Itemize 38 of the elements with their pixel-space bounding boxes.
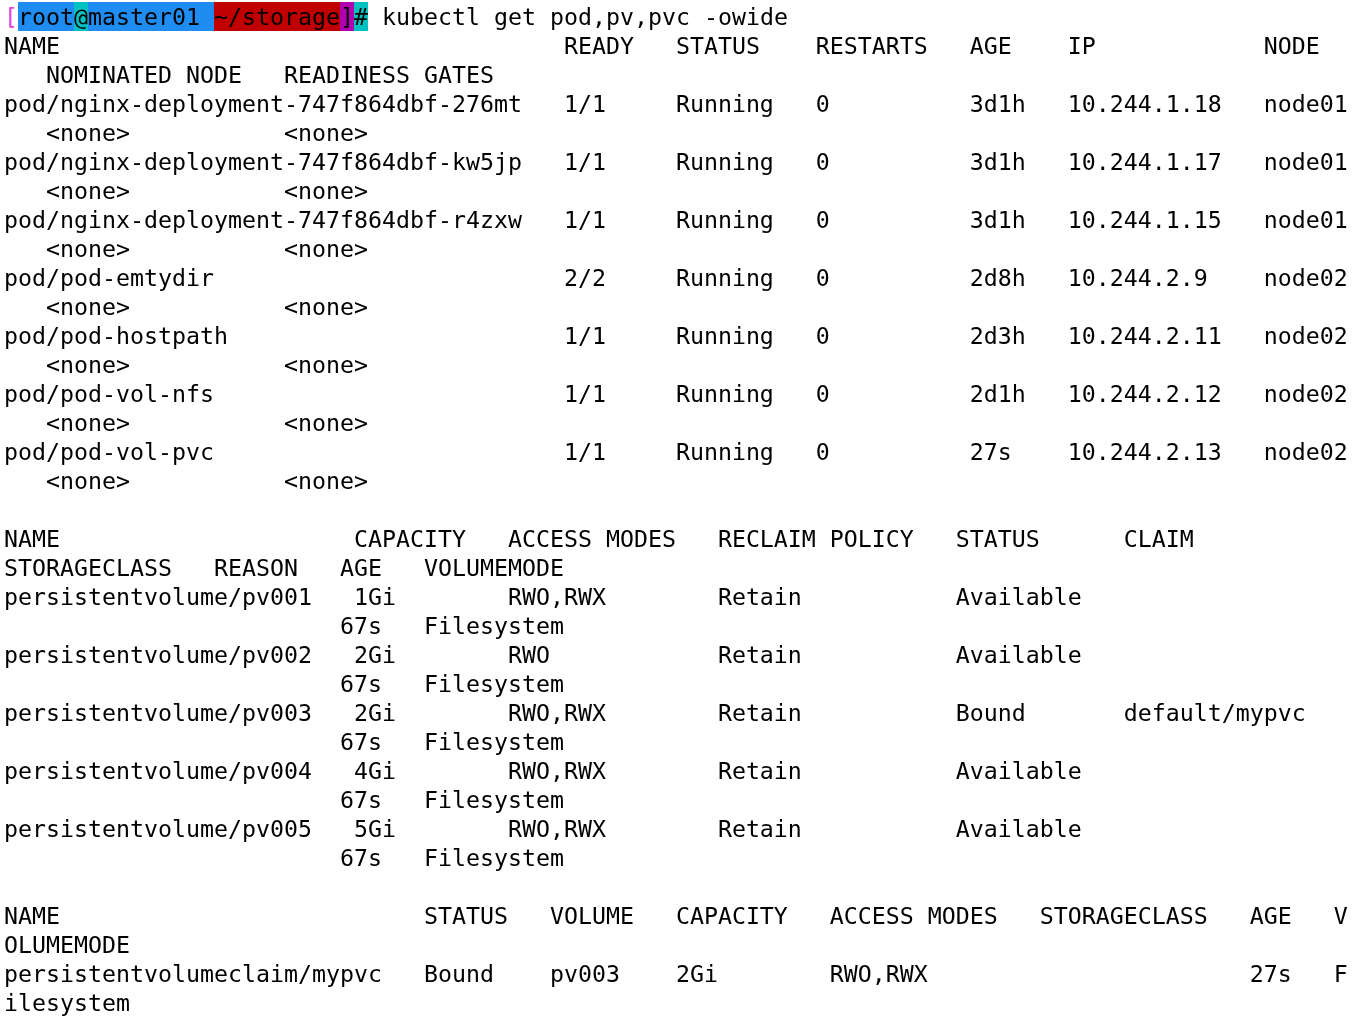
output-line: 67s Filesystem <box>338 844 564 871</box>
output-line: persistentvolume/pv001 1Gi RWO,RWX Retain Available <box>4 583 1082 610</box>
output-line: <none> <none> <box>45 293 368 320</box>
output-line: pod/nginx-deployment-747f864dbf-kw5jp 1/1 Running 0 3d1h 10.244.1.17 node01 <box>4 148 1348 175</box>
output-line: persistentvolume/pv004 4Gi RWO,RWX Retain Available <box>4 757 1082 784</box>
output-line: NOMINATED NODE READINESS GATES <box>45 61 494 88</box>
output-line: persistentvolumeclaim/mypvc Bound pv003 2Gi RWO,RWX 27s F <box>4 960 1348 987</box>
command-text: kubectl get pod,pv,pvc -owide <box>380 2 788 31</box>
prompt-text: master01 <box>88 2 214 31</box>
output-line: <none> <none> <box>45 119 368 146</box>
prompt-text: [ <box>4 2 18 31</box>
output-line: NAME READY STATUS RESTARTS AGE IP NODE <box>4 32 1320 59</box>
prompt-text: ~/storage <box>214 2 340 31</box>
output-line: pod/pod-hostpath 1/1 Running 0 2d3h 10.244.2.11 node02 <box>4 322 1348 349</box>
output-line: pod/pod-vol-nfs 1/1 Running 0 2d1h 10.244.2.12 node02 <box>4 380 1348 407</box>
output-line: 67s Filesystem <box>338 728 564 755</box>
output-line: persistentvolume/pv003 2Gi RWO,RWX Retain Bound default/mypvc <box>4 699 1306 726</box>
output-line: pod/pod-vol-pvc 1/1 Running 0 27s 10.244.2.13 node02 <box>4 438 1348 465</box>
output-line: OLUMEMODE <box>4 931 130 958</box>
output-line: ilesystem <box>4 989 130 1016</box>
output-line: NAME STATUS VOLUME CAPACITY ACCESS MODES STORAGECLASS AGE V <box>4 902 1348 929</box>
prompt-text: @ <box>74 2 88 31</box>
output-line: <none> <none> <box>45 177 368 204</box>
output-line: pod/pod-emtydir 2/2 Running 0 2d8h 10.244.2.9 node02 <box>4 264 1348 291</box>
output-line: persistentvolume/pv002 2Gi RWO Retain Available <box>4 641 1082 668</box>
output-line: NAME CAPACITY ACCESS MODES RECLAIM POLICY STATUS CLAIM <box>4 525 1194 552</box>
output-line: 67s Filesystem <box>338 612 564 639</box>
output-line: <none> <none> <box>45 351 368 378</box>
output-line: <none> <none> <box>45 467 368 494</box>
prompt-text: root <box>18 2 74 31</box>
output-line: <none> <none> <box>45 409 368 436</box>
output-line: 67s Filesystem <box>338 670 564 697</box>
output-line: pod/nginx-deployment-747f864dbf-r4zxw 1/1 Running 0 3d1h 10.244.1.15 node01 <box>4 206 1348 233</box>
output-line: STORAGECLASS REASON AGE VOLUMEMODE <box>4 554 564 581</box>
output-line: 67s Filesystem <box>338 786 564 813</box>
output-line: persistentvolume/pv005 5Gi RWO,RWX Retain Available <box>4 815 1082 842</box>
output-line: pod/nginx-deployment-747f864dbf-276mt 1/1 Running 0 3d1h 10.244.1.18 node01 <box>4 90 1348 117</box>
output-line: <none> <none> <box>45 235 368 262</box>
